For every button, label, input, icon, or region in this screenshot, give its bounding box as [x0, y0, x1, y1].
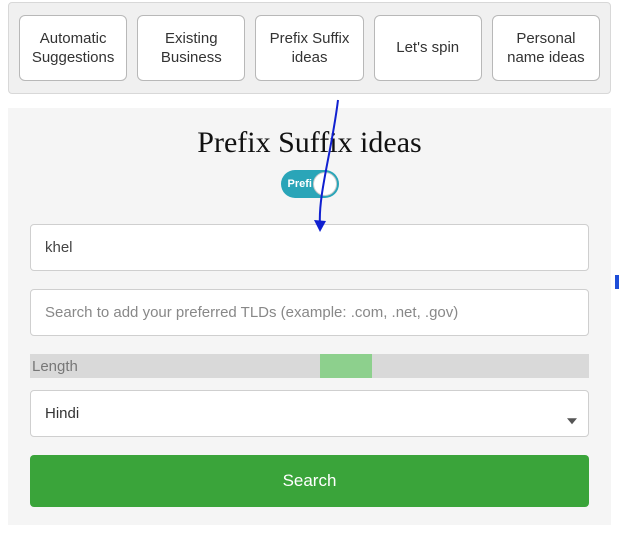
- language-select[interactable]: Hindi: [30, 390, 589, 437]
- tld-input[interactable]: [30, 289, 589, 336]
- length-slider-handle[interactable]: [320, 354, 372, 378]
- tab-prefix-suffix-ideas[interactable]: Prefix Suffix ideas: [255, 15, 363, 81]
- keyword-input[interactable]: [30, 224, 589, 271]
- prefix-suffix-toggle[interactable]: Prefi: [281, 170, 339, 198]
- tab-personal-name-ideas[interactable]: Personal name ideas: [492, 15, 600, 81]
- length-label: Length: [30, 358, 78, 375]
- search-button[interactable]: Search: [30, 455, 589, 507]
- toggle-label: Prefi: [288, 178, 312, 190]
- panel-heading: Prefix Suffix ideas: [30, 126, 589, 160]
- prefix-suffix-panel: Prefix Suffix ideas Prefi Length Hindi S…: [8, 108, 611, 525]
- partial-offscreen-mark: [615, 275, 619, 289]
- tab-existing-business[interactable]: Existing Business: [137, 15, 245, 81]
- tab-automatic-suggestions[interactable]: Automatic Suggestions: [19, 15, 127, 81]
- length-slider[interactable]: Length: [30, 354, 589, 378]
- toggle-knob: [313, 172, 337, 196]
- tab-lets-spin[interactable]: Let's spin: [374, 15, 482, 81]
- tab-strip: Automatic Suggestions Existing Business …: [8, 2, 611, 94]
